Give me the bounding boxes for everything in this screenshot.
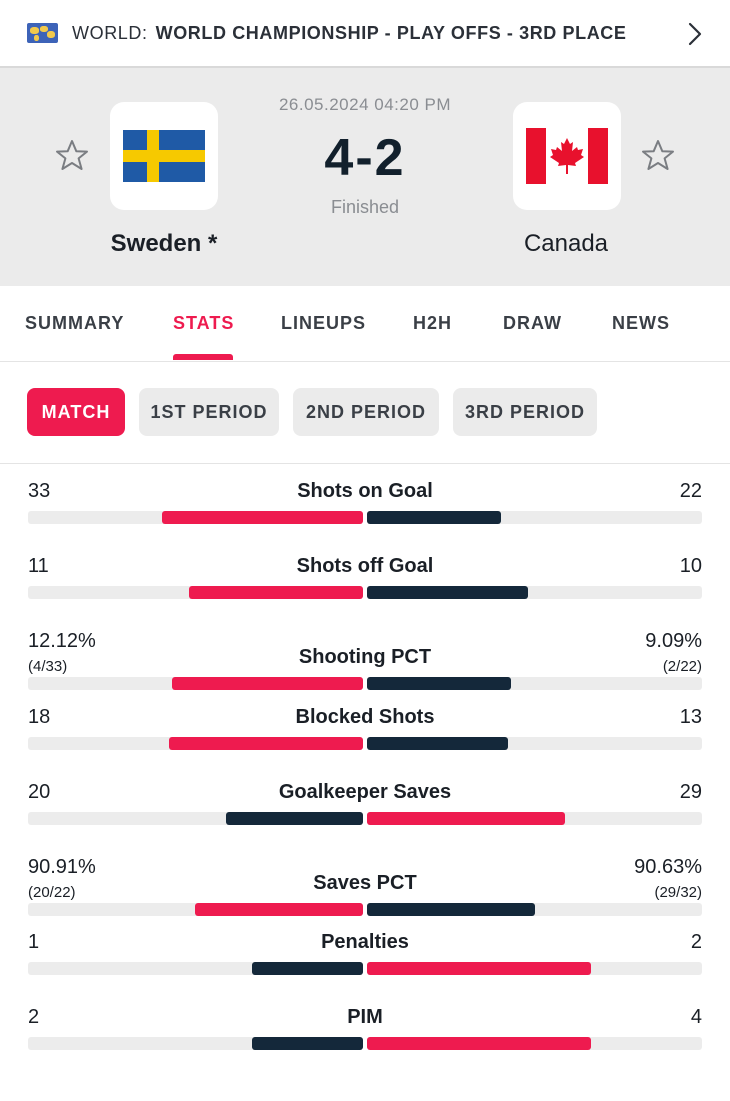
competition-prefix: WORLD: (72, 22, 148, 43)
stat-away-track (367, 511, 702, 524)
stat-away-bar (367, 736, 508, 750)
favorite-home-star-icon[interactable] (54, 138, 90, 174)
stat-away-track (367, 677, 702, 691)
period-chip-2nd[interactable]: 2ND PERIOD (293, 388, 439, 436)
stat-label: Shooting PCT (298, 646, 432, 669)
stat-label: Shots on Goal (297, 480, 433, 502)
stat-away-track (367, 903, 702, 916)
stat-home-value: 20 (28, 780, 51, 803)
stat-home-value: 90.91% (28, 856, 96, 878)
stat-home-bar (195, 903, 363, 916)
stat-label: Penalties (321, 931, 409, 954)
competition-bar[interactable]: WORLD: WORLD CHAMPIONSHIP - PLAY OFFS - 3… (0, 0, 730, 68)
home-team-name[interactable]: Sweden * (44, 230, 284, 258)
stat-away-bar (367, 903, 535, 916)
competition-name: WORLD CHAMPIONSHIP - PLAY OFFS - 3RD PLA… (155, 22, 627, 43)
stat-home-track (28, 586, 363, 600)
stat-away-track (367, 736, 702, 750)
stat-row: 1 2 Penalties (0, 915, 730, 990)
competition-title: WORLD: WORLD CHAMPIONSHIP - PLAY OFFS - 3… (72, 23, 627, 44)
stat-row: 90.91% 90.63% (20/22) (29/32) Saves PCT (0, 840, 730, 916)
match-date: 26.05.2024 04:20 PM (278, 95, 452, 114)
tab-summary[interactable]: SUMMARY (25, 313, 124, 334)
canada-flag (526, 128, 608, 184)
stat-away-value: 10 (679, 555, 702, 578)
stat-row: 18 13 Blocked Shots (0, 690, 730, 765)
stat-home-track (28, 736, 363, 750)
tab-news[interactable]: NEWS (612, 313, 670, 334)
stat-away-detail: (2/22) (662, 658, 702, 676)
stat-away-bar (367, 677, 511, 691)
stat-away-track (367, 1037, 702, 1051)
stat-away-value: 2 (690, 931, 702, 954)
active-tab-indicator (173, 354, 233, 360)
away-team-name[interactable]: Canada (446, 230, 686, 258)
period-chip-3rd[interactable]: 3RD PERIOD (453, 388, 597, 436)
stat-label: Saves PCT (313, 872, 417, 894)
stat-home-track (28, 1037, 363, 1051)
stat-away-value: 29 (679, 780, 702, 803)
match-status: Finished (330, 197, 400, 217)
stat-row: 11 10 Shots off Goal (0, 539, 730, 614)
stat-home-bar (189, 586, 363, 600)
stat-away-bar (367, 511, 501, 524)
tab-lineups[interactable]: LINEUPS (281, 313, 366, 334)
world-map-icon (27, 23, 58, 43)
stat-away-value: 4 (690, 1006, 702, 1029)
period-filter: MATCH 1ST PERIOD 2ND PERIOD 3RD PERIOD (0, 362, 730, 464)
stat-home-value: 18 (28, 705, 51, 728)
stat-away-value: 22 (679, 480, 702, 502)
stat-home-track (28, 962, 363, 976)
period-chip-match[interactable]: MATCH (27, 388, 125, 436)
stat-home-track (28, 811, 363, 825)
stat-home-detail: (20/22) (28, 884, 76, 901)
chevron-right-icon[interactable] (684, 20, 706, 48)
favorite-away-star-icon[interactable] (640, 138, 676, 174)
stat-label: PIM (347, 1006, 383, 1029)
stat-home-bar (169, 736, 363, 750)
stat-away-bar (367, 1037, 591, 1051)
stat-away-value: 9.09% (645, 630, 702, 653)
stat-row: 2 4 PIM (0, 990, 730, 1065)
tab-draw[interactable]: DRAW (503, 313, 562, 334)
stat-row: 12.12% 9.09% (4/33) (2/22) Shooting PCT (0, 614, 730, 691)
match-tabs: SUMMARY STATS LINEUPS H2H DRAW NEWS (0, 286, 730, 362)
stat-home-value: 2 (28, 1006, 40, 1029)
stat-home-bar (252, 1037, 363, 1051)
stat-label: Goalkeeper Saves (278, 780, 452, 803)
home-team-logo[interactable] (110, 102, 218, 210)
match-header: Sweden * 26.05.2024 04:20 PM 4-2 Finishe… (0, 68, 730, 286)
stat-home-track (28, 511, 363, 524)
sweden-flag (123, 130, 205, 182)
stat-row: 33 22 Shots on Goal (0, 464, 730, 539)
stat-label: Shots off Goal (296, 555, 434, 578)
stat-away-bar (367, 586, 528, 600)
stat-home-track (28, 903, 363, 916)
stat-label: Blocked Shots (295, 705, 435, 728)
stat-away-bar (367, 962, 591, 976)
stat-home-bar (172, 677, 363, 691)
stat-away-value: 13 (679, 705, 702, 728)
match-score: 4-2 (324, 129, 406, 187)
stat-home-bar (252, 962, 363, 976)
stat-away-track (367, 811, 702, 825)
stat-row: 20 29 Goalkeeper Saves (0, 765, 730, 840)
period-chip-1st[interactable]: 1ST PERIOD (139, 388, 279, 436)
tab-h2h[interactable]: H2H (413, 313, 452, 334)
stat-home-bar (226, 811, 363, 825)
away-team-logo[interactable] (513, 102, 621, 210)
stat-home-bar (162, 511, 363, 524)
stat-away-detail: (29/32) (654, 884, 702, 901)
stat-away-value: 90.63% (634, 856, 702, 878)
stat-home-track (28, 677, 363, 691)
stat-away-track (367, 962, 702, 976)
stat-home-value: 33 (28, 480, 51, 502)
stat-away-bar (367, 811, 565, 825)
stat-home-detail: (4/33) (28, 658, 68, 676)
stat-home-value: 1 (28, 931, 40, 954)
tab-stats[interactable]: STATS (173, 313, 234, 334)
stat-home-value: 11 (28, 555, 49, 578)
stat-away-track (367, 586, 702, 600)
stat-home-value: 12.12% (28, 630, 96, 653)
